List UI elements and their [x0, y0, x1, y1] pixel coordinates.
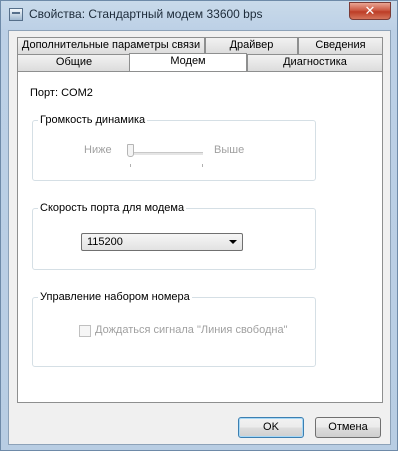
tab-driver[interactable]: Драйвер [205, 37, 298, 54]
port-speed-label: Скорость порта для модема [38, 202, 187, 214]
speaker-volume-label: Громкость динамика [38, 114, 148, 126]
title-bar[interactable]: Свойства: Стандартный модем 33600 bps ✕ [1, 1, 397, 29]
modem-icon [9, 8, 23, 21]
slider-tick [130, 164, 131, 167]
tab-diagnostics[interactable]: Диагностика [247, 54, 383, 71]
dial-control-label: Управление набором номера [38, 291, 192, 303]
dial-control-group: Управление набором номера Дождаться сигн… [32, 291, 316, 367]
port-label: Порт: [30, 87, 58, 99]
volume-low-label: Ниже [84, 144, 112, 156]
wait-dialtone-checkbox[interactable] [79, 325, 91, 337]
modem-tab-panel: Порт: COM2 Громкость динамика Ниже Выше … [17, 71, 383, 403]
properties-window: Свойства: Стандартный модем 33600 bps ✕ … [0, 0, 398, 451]
volume-slider-thumb[interactable] [127, 144, 134, 157]
port-speed-group: Скорость порта для модема 115200 [32, 202, 316, 270]
slider-tick [202, 164, 203, 167]
port-info: Порт: COM2 [30, 87, 93, 99]
port-value: COM2 [61, 87, 93, 99]
close-button[interactable]: ✕ [349, 2, 391, 20]
dropdown-arrow-icon [229, 240, 237, 244]
tab-advanced-connection[interactable]: Дополнительные параметры связи [17, 37, 205, 54]
wait-dialtone-label: Дождаться сигнала "Линия свободна" [95, 324, 288, 336]
port-speed-value: 115200 [87, 236, 123, 248]
dialog-client-area: Дополнительные параметры связи Драйвер С… [8, 30, 391, 445]
ok-button[interactable]: OK [238, 417, 304, 438]
speaker-volume-group: Громкость динамика Ниже Выше [32, 114, 316, 181]
volume-slider-track [133, 152, 203, 155]
window-title: Свойства: Стандартный модем 33600 bps [29, 7, 263, 21]
cancel-button[interactable]: Отмена [315, 417, 381, 438]
port-speed-select[interactable]: 115200 [81, 233, 243, 251]
tab-details[interactable]: Сведения [298, 37, 383, 54]
volume-high-label: Выше [214, 144, 245, 156]
close-icon: ✕ [364, 3, 376, 18]
tab-general[interactable]: Общие [17, 54, 131, 71]
tab-modem[interactable]: Модем [129, 53, 247, 71]
